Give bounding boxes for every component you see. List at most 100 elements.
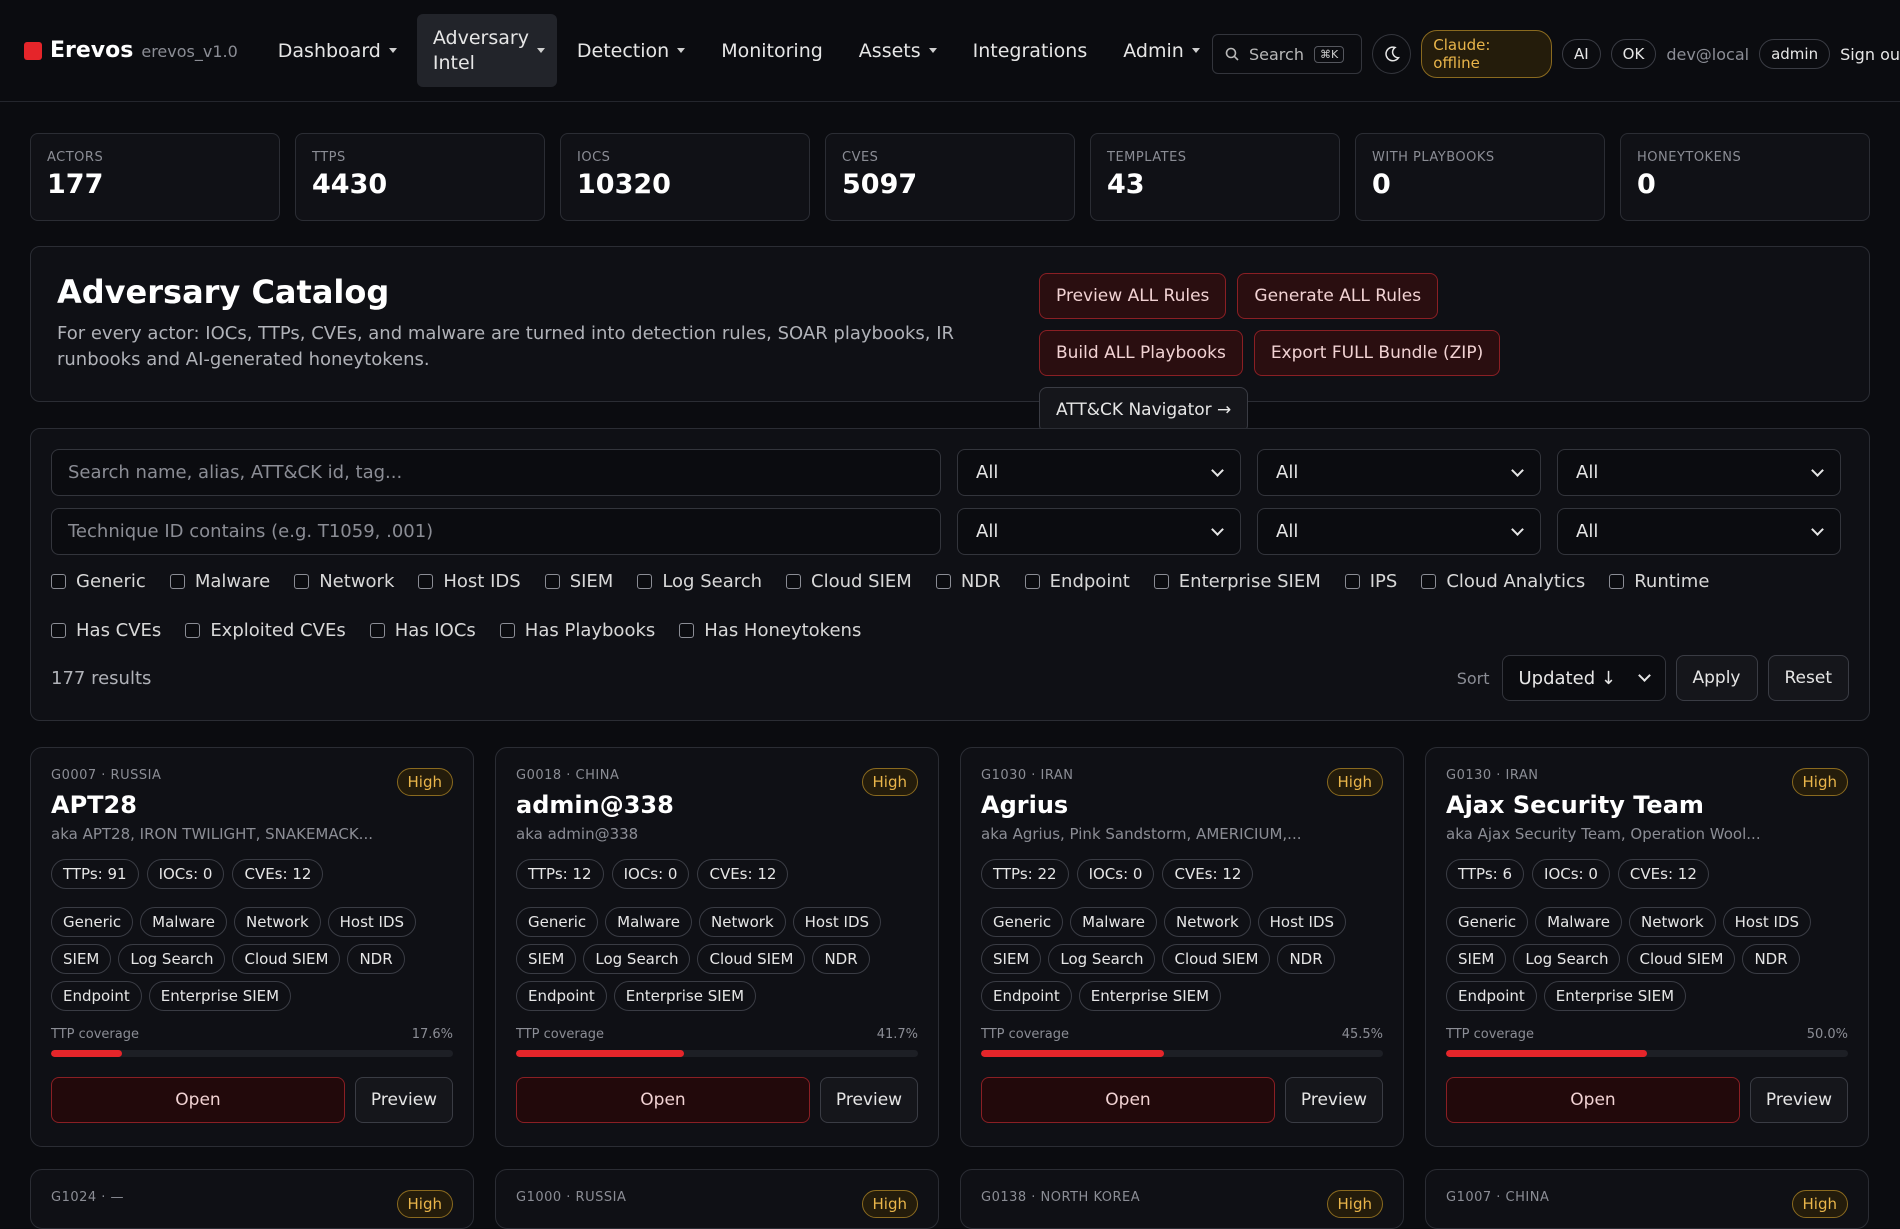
theme-toggle-button[interactable]	[1371, 34, 1412, 74]
ttp-count-chip: TTPs: 22	[981, 859, 1069, 889]
coverage-label: TTP coverage	[51, 1027, 139, 1042]
filter-checkbox-cloud-siem[interactable]: Cloud SIEM	[786, 571, 912, 592]
checkbox[interactable]	[679, 623, 695, 638]
actor-card: G0138 · NORTH KOREA High	[960, 1169, 1404, 1229]
checkbox[interactable]	[51, 574, 66, 589]
nav-item-detection[interactable]: Detection	[561, 30, 701, 72]
filter-select-1[interactable]: All	[957, 449, 1241, 496]
checkbox[interactable]	[935, 574, 951, 589]
checkbox[interactable]	[185, 623, 201, 638]
open-button[interactable]: Open	[516, 1077, 810, 1123]
checkbox[interactable]	[1153, 574, 1169, 589]
filter-checkbox-network[interactable]: Network	[294, 571, 394, 592]
filter-checkbox-has-iocs[interactable]: Has IOCs	[369, 620, 476, 641]
tag-chip: Log Search	[583, 944, 691, 974]
nav-item-admin[interactable]: Admin	[1107, 30, 1216, 72]
stat-value: 177	[47, 169, 104, 200]
filter-checkbox-has-honeytokens[interactable]: Has Honeytokens	[679, 620, 861, 641]
coverage-bar	[981, 1050, 1383, 1057]
apply-button[interactable]: Apply	[1675, 655, 1758, 701]
tag-chip: Network	[234, 907, 321, 937]
filter-checkbox-enterprise-siem[interactable]: Enterprise SIEM	[1153, 571, 1321, 592]
checkbox-label: Malware	[194, 571, 271, 592]
checkbox[interactable]	[294, 574, 310, 589]
filter-select-4[interactable]: All	[957, 508, 1241, 555]
preview-all-rules-button[interactable]: Preview ALL Rules	[1039, 273, 1227, 319]
checkbox[interactable]	[169, 574, 185, 589]
export-bundle-button[interactable]: Export FULL Bundle (ZIP)	[1253, 330, 1501, 376]
filter-checkbox-generic[interactable]: Generic	[51, 571, 146, 592]
brand[interactable]: Erevos erevos_v1.0	[24, 38, 238, 63]
nav-item-monitoring[interactable]: Monitoring	[705, 30, 839, 72]
ai-badge[interactable]: AI	[1561, 39, 1601, 69]
open-button[interactable]: Open	[51, 1077, 345, 1123]
preview-button[interactable]: Preview	[1285, 1077, 1383, 1123]
filter-checkbox-endpoint[interactable]: Endpoint	[1024, 571, 1130, 592]
open-button[interactable]: Open	[1446, 1077, 1740, 1123]
chevron-down-icon	[388, 48, 397, 53]
nav-item-adversary-intel[interactable]: Adversary Intel	[416, 13, 557, 88]
stat-label: TTPS	[312, 150, 346, 165]
reset-button[interactable]: Reset	[1767, 655, 1849, 701]
checkbox[interactable]	[418, 574, 434, 589]
checkbox[interactable]	[1024, 574, 1040, 589]
actor-card: G0130 · IRAN High Ajax Security Team aka Aj…	[1425, 747, 1869, 1147]
checkbox[interactable]	[499, 623, 515, 638]
coverage-value: 41.7%	[876, 1027, 918, 1042]
checkbox-label: Has Honeytokens	[704, 620, 862, 641]
filter-checkbox-has-playbooks[interactable]: Has Playbooks	[499, 620, 655, 641]
open-button[interactable]: Open	[981, 1077, 1275, 1123]
sign-out-link[interactable]: Sign ou	[1840, 45, 1900, 64]
filter-select-5[interactable]: All	[1257, 508, 1541, 555]
preview-button[interactable]: Preview	[355, 1077, 453, 1123]
card-actions: Open Preview	[981, 1077, 1383, 1123]
build-all-playbooks-button[interactable]: Build ALL Playbooks	[1039, 330, 1243, 376]
stat-card: CVES 5097	[825, 133, 1075, 221]
tag-chip: Host IDS	[327, 907, 417, 937]
nav-item-dashboard[interactable]: Dashboard	[262, 30, 413, 72]
checkbox[interactable]	[1344, 574, 1360, 589]
tag-chip: Enterprise SIEM	[148, 981, 292, 1011]
filter-select-2[interactable]: All	[1257, 449, 1541, 496]
actor-name: Agrius	[981, 791, 1069, 819]
filters-panel: Search name, alias, ATT&CK id, tag... Al…	[30, 428, 1870, 721]
filter-select-3[interactable]: All	[1557, 449, 1841, 496]
checkbox[interactable]	[637, 574, 653, 589]
preview-button[interactable]: Preview	[820, 1077, 918, 1123]
filter-select-6[interactable]: All	[1557, 508, 1841, 555]
coverage-row: TTP coverage 50.0%	[1446, 1027, 1848, 1042]
results-bar: 177 results Sort Updated ↓ Apply Reset	[51, 655, 1849, 701]
filter-checkboxes: Generic Malware Network Host IDS SIEM Log Sea…	[51, 571, 1831, 641]
nav-item-assets[interactable]: Assets	[843, 30, 953, 72]
tag-chip: Generic	[981, 907, 1064, 937]
checkbox[interactable]	[51, 623, 66, 638]
filter-checkbox-malware[interactable]: Malware	[169, 571, 271, 592]
filter-checkbox-host-ids[interactable]: Host IDS	[418, 571, 521, 592]
filter-checkbox-ndr[interactable]: NDR	[935, 571, 1001, 592]
checkbox[interactable]	[786, 574, 802, 589]
technique-input[interactable]: Technique ID contains (e.g. T1059, .001)	[51, 508, 941, 555]
actor-name: Ajax Security Team	[1446, 791, 1704, 819]
tag-chip: Generic	[1446, 907, 1529, 937]
filter-checkbox-exploited-cves[interactable]: Exploited CVEs	[185, 620, 346, 641]
search-input[interactable]: Search name, alias, ATT&CK id, tag...	[51, 449, 941, 496]
preview-button[interactable]: Preview	[1750, 1077, 1848, 1123]
tag-chip: Malware	[605, 907, 692, 937]
checkbox[interactable]	[1609, 574, 1625, 589]
coverage-label: TTP coverage	[981, 1027, 1069, 1042]
global-search[interactable]: Search ⌘K	[1212, 34, 1362, 74]
actor-name: APT28	[51, 791, 137, 819]
generate-all-rules-button[interactable]: Generate ALL Rules	[1237, 273, 1439, 319]
nav-item-integrations[interactable]: Integrations	[957, 30, 1104, 72]
checkbox[interactable]	[369, 623, 385, 638]
filter-checkbox-ips[interactable]: IPS	[1344, 571, 1397, 592]
filter-checkbox-runtime[interactable]: Runtime	[1609, 571, 1709, 592]
sort-select[interactable]: Updated ↓	[1501, 655, 1666, 701]
filter-checkbox-has-cves[interactable]: Has CVEs	[51, 620, 161, 641]
filter-checkbox-log-search[interactable]: Log Search	[637, 571, 762, 592]
filter-checkbox-siem[interactable]: SIEM	[544, 571, 613, 592]
attack-navigator-button[interactable]: ATT&CK Navigator →	[1039, 387, 1249, 433]
checkbox[interactable]	[544, 574, 560, 589]
checkbox[interactable]	[1421, 574, 1437, 589]
filter-checkbox-cloud-analytics[interactable]: Cloud Analytics	[1421, 571, 1585, 592]
